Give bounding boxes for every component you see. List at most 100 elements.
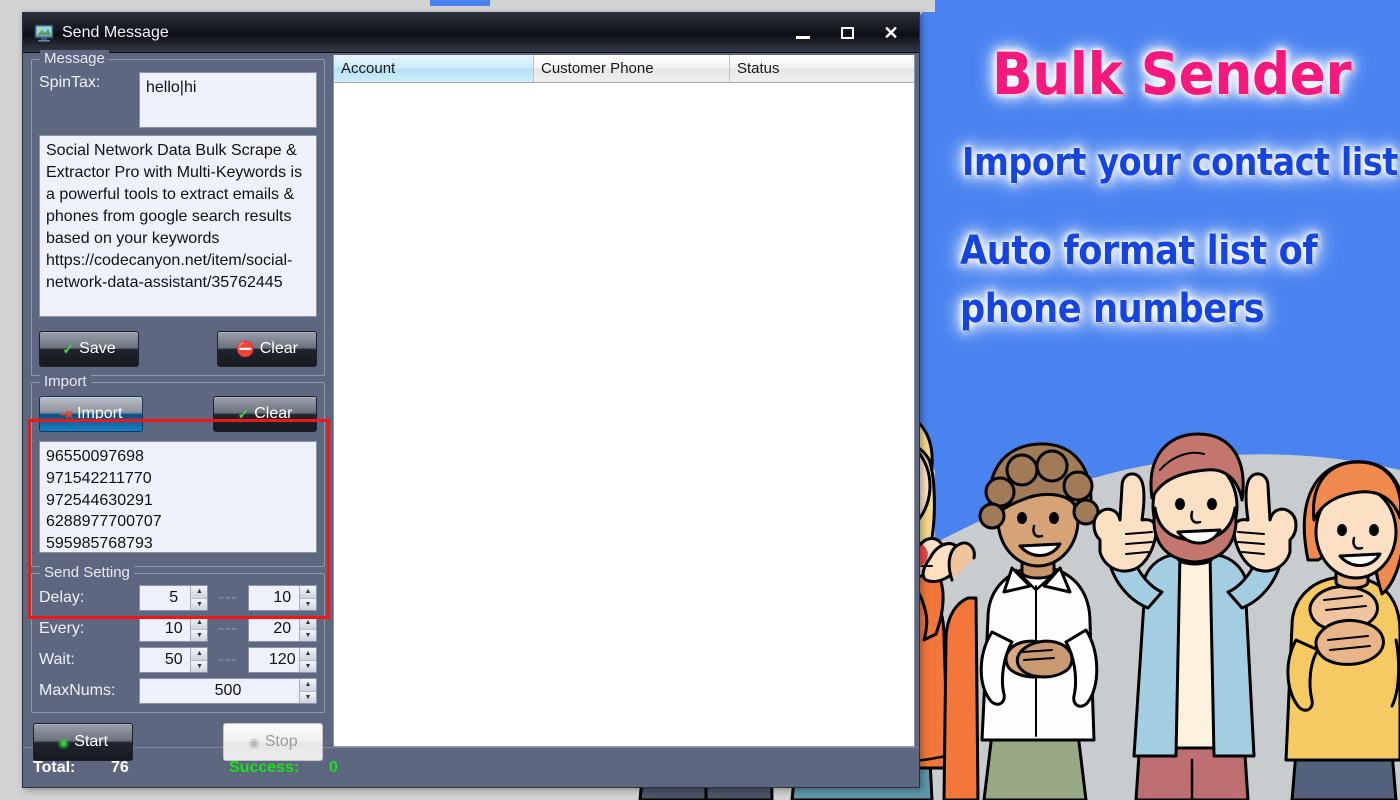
save-button-label: Save [79, 340, 116, 357]
success-label: Success: [229, 758, 300, 776]
window-title: Send Message [62, 23, 169, 41]
import-button[interactable]: ⇥ Import [39, 396, 143, 432]
maximize-icon [840, 27, 854, 39]
chevron-up-icon[interactable]: ▲ [300, 586, 316, 599]
message-clear-label: Clear [259, 340, 298, 357]
window-body: Message SpinTax: ✓ Save ⛔ Clear [23, 50, 919, 761]
import-group-title: Import [40, 373, 91, 390]
check-icon: ✓ [237, 406, 250, 422]
ban-icon: ⛔ [236, 340, 255, 358]
window-controls: ✕ [781, 13, 913, 53]
wait-min-arrows[interactable]: ▲ ▼ [190, 648, 208, 672]
chevron-up-icon[interactable]: ▲ [300, 679, 316, 692]
stop-circle-icon: ◉ [248, 734, 260, 750]
chevron-down-icon[interactable]: ▼ [300, 660, 316, 672]
delay-max-spinner[interactable]: 10 ▲ ▼ [247, 585, 317, 611]
results-grid[interactable]: Account Customer Phone Status [333, 55, 915, 747]
every-min-value: 10 [164, 620, 183, 637]
send-setting-group-title: Send Setting [40, 564, 134, 581]
delay-separator: --- [218, 589, 238, 606]
delay-max-value: 10 [273, 589, 292, 606]
close-button[interactable]: ✕ [869, 18, 913, 48]
delay-row: Delay: 5 ▲ ▼ --- 10 ▲ ▼ [39, 585, 317, 611]
wait-separator: --- [218, 651, 238, 668]
every-label: Every: [39, 620, 85, 637]
success-value: 0 [329, 758, 338, 776]
every-max-arrows[interactable]: ▲ ▼ [299, 617, 316, 641]
chevron-down-icon[interactable]: ▼ [300, 629, 316, 641]
wait-label: Wait: [39, 651, 75, 668]
promo-feature-line-1: Import your contact list [962, 140, 1398, 184]
wait-max-value: 120 [268, 651, 296, 668]
wait-row: Wait: 50 ▲ ▼ --- 120 ▲ ▼ [39, 647, 317, 673]
import-clear-label: Clear [254, 405, 293, 422]
spintax-label: SpinTax: [39, 74, 101, 91]
minimize-button[interactable] [781, 18, 825, 48]
start-button-label: Start [74, 733, 109, 750]
action-buttons-row: ◉ Start ◉ Stop [31, 723, 325, 761]
import-button-label: Import [77, 405, 123, 422]
chevron-up-icon[interactable]: ▲ [300, 617, 316, 630]
every-min-arrows[interactable]: ▲ ▼ [190, 617, 208, 641]
maxnums-value: 500 [214, 682, 242, 699]
import-clear-button[interactable]: ✓ Clear [213, 396, 317, 432]
column-header-status[interactable]: Status [730, 55, 914, 83]
grid-rows[interactable] [334, 83, 914, 746]
title-bar[interactable]: Send Message ✕ [23, 13, 919, 53]
delay-label: Delay: [39, 589, 85, 606]
chevron-down-icon[interactable]: ▼ [191, 598, 208, 610]
every-separator: --- [218, 620, 238, 637]
chevron-up-icon[interactable]: ▲ [300, 648, 316, 661]
column-header-customer-phone[interactable]: Customer Phone [534, 55, 730, 83]
message-buttons-row: ✓ Save ⛔ Clear [39, 331, 317, 367]
every-max-spinner[interactable]: 20 ▲ ▼ [247, 616, 317, 642]
wait-min-spinner[interactable]: 50 ▲ ▼ [139, 647, 209, 673]
message-group-title: Message [40, 50, 109, 67]
delay-min-arrows[interactable]: ▲ ▼ [190, 586, 208, 610]
every-row: Every: 10 ▲ ▼ --- 20 ▲ ▼ [39, 616, 317, 642]
imported-numbers-list[interactable] [39, 441, 317, 553]
maxnums-arrows[interactable]: ▲ ▼ [299, 679, 316, 703]
message-groupbox: Message SpinTax: ✓ Save ⛔ Clear [31, 50, 325, 376]
delay-min-spinner[interactable]: 5 ▲ ▼ [139, 585, 209, 611]
maxnums-label: MaxNums: [39, 682, 116, 699]
play-circle-icon: ◉ [57, 734, 70, 750]
chevron-down-icon[interactable]: ▼ [191, 660, 208, 672]
computer-monitor-icon [34, 24, 54, 42]
chevron-up-icon[interactable]: ▲ [191, 617, 208, 630]
column-header-account[interactable]: Account [334, 55, 534, 83]
chevron-down-icon[interactable]: ▼ [191, 629, 208, 641]
start-button[interactable]: ◉ Start [33, 723, 133, 761]
promo-title: Bulk Sender [992, 40, 1352, 108]
spintax-input[interactable] [139, 72, 317, 128]
chevron-down-icon[interactable]: ▼ [300, 598, 316, 610]
message-body-input[interactable] [39, 135, 317, 317]
every-min-spinner[interactable]: 10 ▲ ▼ [139, 616, 209, 642]
close-icon: ✕ [883, 23, 899, 43]
left-control-panel: Message SpinTax: ✓ Save ⛔ Clear [23, 50, 333, 761]
delay-min-value: 5 [169, 589, 179, 606]
maxnums-spinner[interactable]: 500 ▲ ▼ [139, 678, 317, 704]
stop-button-label: Stop [264, 733, 298, 750]
spintax-row: SpinTax: [39, 72, 317, 128]
import-groupbox: Import ⇥ Import ✓ Clear [31, 373, 325, 567]
message-clear-button[interactable]: ⛔ Clear [217, 331, 317, 367]
chevron-down-icon[interactable]: ▼ [300, 691, 316, 703]
maximize-button[interactable] [825, 18, 869, 48]
total-value: 76 [111, 758, 129, 776]
every-max-value: 20 [273, 620, 292, 637]
maxnums-row: MaxNums: 500 ▲ ▼ [39, 678, 317, 704]
total-label: Total: [33, 758, 76, 776]
delay-max-arrows[interactable]: ▲ ▼ [299, 586, 316, 610]
wait-max-spinner[interactable]: 120 ▲ ▼ [247, 647, 317, 673]
results-panel: Account Customer Phone Status [333, 53, 919, 747]
chevron-up-icon[interactable]: ▲ [191, 648, 208, 661]
send-setting-groupbox: Send Setting Delay: 5 ▲ ▼ --- 10 ▲ ▼ Every… [31, 564, 325, 713]
send-message-window: Send Message ✕ Message SpinTax: ✓ [22, 12, 920, 788]
wait-max-arrows[interactable]: ▲ ▼ [299, 648, 316, 672]
check-icon: ✓ [62, 341, 75, 357]
import-buttons-row: ⇥ Import ✓ Clear [39, 396, 317, 432]
chevron-up-icon[interactable]: ▲ [191, 586, 208, 599]
grid-header: Account Customer Phone Status [334, 55, 914, 83]
save-button[interactable]: ✓ Save [39, 331, 139, 367]
